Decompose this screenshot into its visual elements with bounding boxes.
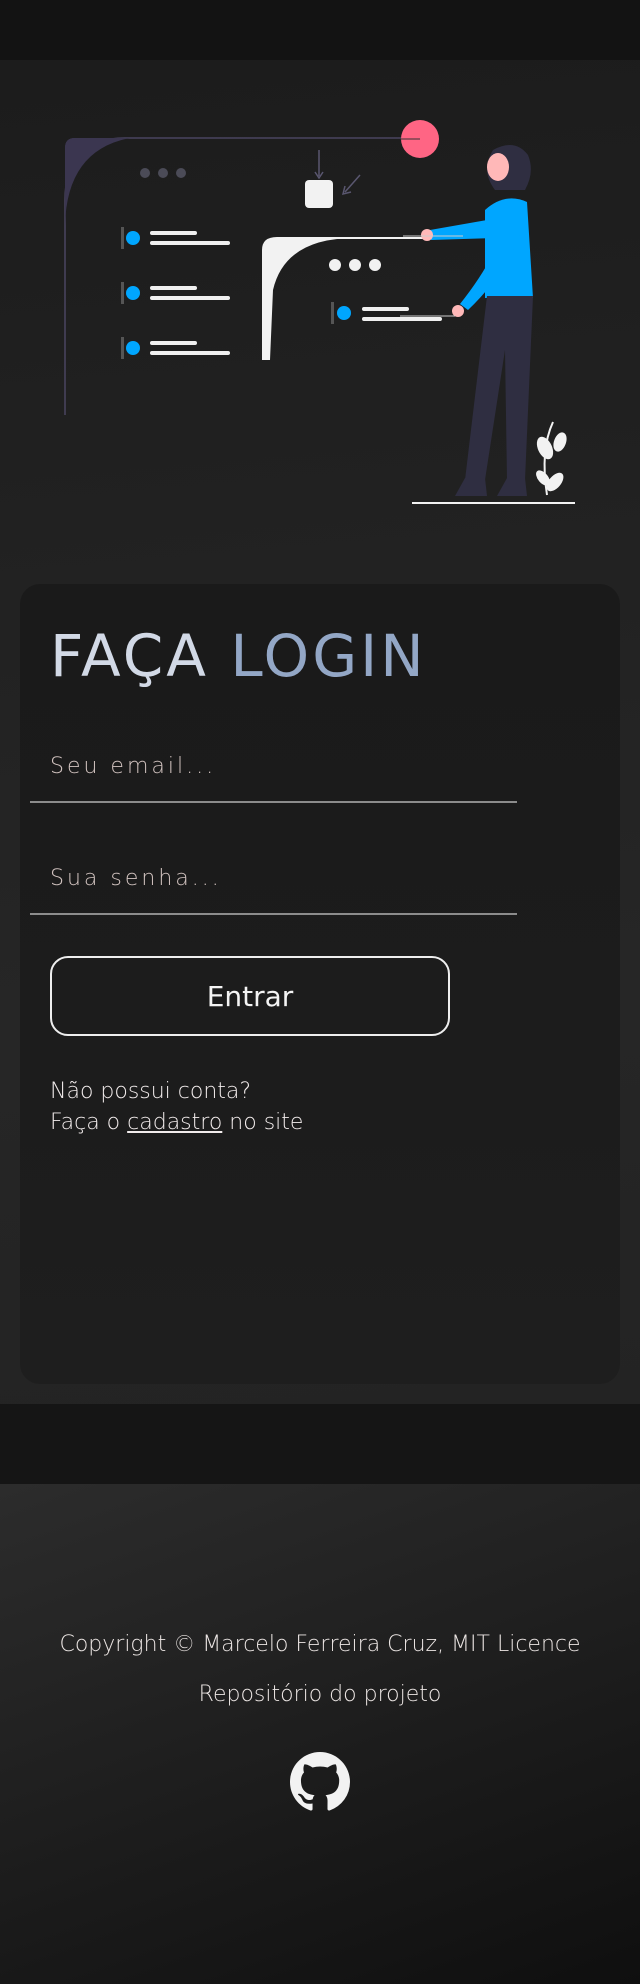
github-icon[interactable] [290,1752,350,1812]
login-illustration [64,120,575,504]
illustration-panel-right [263,238,425,360]
password-input[interactable] [30,843,517,913]
login-title: FAÇA LOGIN [50,622,427,690]
email-input[interactable] [30,731,517,801]
no-account-text: Não possui conta? [50,1079,252,1104]
copyright-text: Copyright © Marcelo Ferreira Cruz, MIT L… [59,1632,581,1657]
signup-suffix: no site [229,1110,304,1135]
illustration-plant [536,421,567,496]
login-button[interactable]: Entrar [50,956,450,1036]
top-bar [0,0,640,60]
repo-label: Repositório do projeto [198,1682,442,1707]
password-field [30,843,517,915]
separator-band [0,1404,640,1484]
signup-prefix: Faça o [50,1110,121,1135]
signup-prompt: Não possui conta? Faça o cadastro no sit… [50,1076,303,1138]
login-title-part1: FAÇA [50,622,209,690]
email-field [30,731,517,803]
signup-line: Faça o cadastro no site [50,1107,303,1138]
login-title-part2: LOGIN [230,622,427,690]
illustration-list-left [121,227,230,359]
illustration-panel-left [64,137,405,415]
footer [0,1484,640,1984]
signup-link[interactable]: cadastro [127,1110,222,1135]
